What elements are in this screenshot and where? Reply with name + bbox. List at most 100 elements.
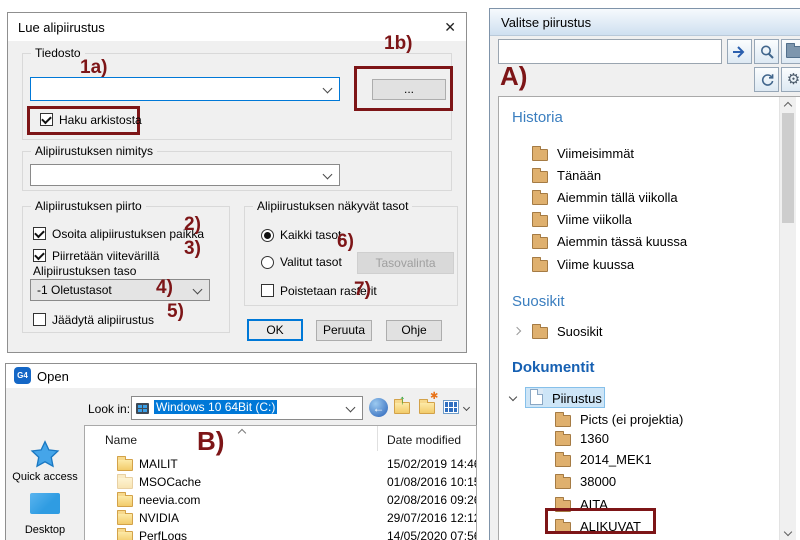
views-menu-icon[interactable]	[443, 400, 459, 414]
osoita-paikka-checkbox[interactable]	[33, 227, 46, 240]
sort-ascending-icon[interactable]	[238, 429, 246, 437]
dialog-open: G4 Open Look in: Windows 10 64Bit (C:) ←…	[5, 363, 477, 540]
panel-titlebar[interactable]: Valitse piirustus	[490, 9, 800, 36]
file-combobox[interactable]	[30, 77, 340, 101]
settings-button[interactable]: ⚙	[781, 67, 800, 92]
jaadyta-checkbox[interactable]	[33, 313, 46, 326]
folder-icon	[532, 171, 548, 183]
column-separator[interactable]	[377, 426, 378, 451]
ok-button[interactable]: OK	[247, 319, 303, 341]
refresh-button[interactable]	[754, 67, 779, 92]
tree-item-label[interactable]: 2014_MEK1	[580, 452, 652, 467]
annotation-4: 4)	[156, 277, 173, 299]
rasterit-checkbox[interactable]	[261, 284, 274, 297]
chevron-down-icon[interactable]	[193, 285, 203, 295]
scrollbar-thumb[interactable]	[782, 113, 794, 223]
taso-dropdown[interactable]: -1 Oletustasot	[30, 279, 210, 301]
open-dialog-title: Open	[37, 369, 69, 384]
tree-item-label[interactable]: Viime kuussa	[557, 257, 634, 272]
highlight-box-alikuvat	[545, 508, 656, 534]
tree-item-label[interactable]: Piirustus	[552, 391, 602, 406]
dialog-title: Lue alipiirustus	[18, 20, 105, 35]
back-icon[interactable]: ←	[369, 398, 388, 417]
haku-arkistosta-label: Haku arkistosta	[59, 113, 142, 127]
tree-item-label[interactable]: Aiemmin tällä viikolla	[557, 190, 678, 205]
browse-button[interactable]: ...	[372, 79, 446, 100]
viitevari-checkbox[interactable]	[33, 249, 46, 262]
app-icon: G4	[14, 367, 31, 384]
annotation-5: 5)	[167, 301, 184, 323]
file-name[interactable]: MSOCache	[139, 475, 201, 489]
screenshot-root: Lue alipiirustus ✕ Tiedosto 1a) ... Haku…	[0, 0, 800, 540]
views-dropdown-chevron-icon[interactable]	[463, 404, 470, 411]
chevron-down-icon[interactable]	[323, 170, 333, 180]
folder-icon	[117, 477, 133, 489]
file-name[interactable]: neevia.com	[139, 493, 200, 507]
file-date: 29/07/2016 12:12	[387, 511, 477, 525]
taso-label: Alipiirustuksen taso	[33, 264, 136, 278]
viitevari-label: Piirretään viitevärillä	[52, 249, 159, 263]
column-header-date[interactable]: Date modified	[387, 433, 461, 447]
tasovalinta-button[interactable]: Tasovalinta	[357, 252, 454, 274]
close-icon[interactable]: ✕	[444, 20, 456, 34]
open-titlebar[interactable]: G4 Open	[6, 364, 476, 388]
tree-item-label[interactable]: Picts (ei projektia)	[580, 412, 683, 427]
valitut-tasot-radio[interactable]	[261, 256, 274, 269]
folder-icon	[532, 215, 548, 227]
group-piirto: Alipiirustuksen piirto Osoita alipiirust…	[22, 206, 230, 333]
folder-icon	[117, 531, 133, 540]
tree-item-label[interactable]: Tänään	[557, 168, 601, 183]
kaikki-tasot-radio[interactable]	[261, 229, 274, 242]
annotation-2: 2)	[184, 214, 201, 236]
folder-icon	[532, 327, 548, 339]
vertical-scrollbar[interactable]	[779, 97, 796, 540]
new-folder-icon[interactable]	[419, 402, 435, 414]
search-icon	[759, 44, 775, 60]
annotation-a: A)	[500, 61, 527, 92]
chevron-right-icon[interactable]	[513, 327, 521, 335]
go-button[interactable]	[727, 39, 752, 64]
file-name[interactable]: NVIDIA	[139, 511, 179, 525]
look-in-combobox[interactable]: Windows 10 64Bit (C:)	[131, 396, 363, 420]
tree-item-label[interactable]: Viimeisimmät	[557, 146, 634, 161]
folder-icon	[117, 459, 133, 471]
desktop-monitor-icon	[30, 493, 60, 514]
scroll-down-icon[interactable]	[784, 528, 792, 536]
annotation-6: 6)	[337, 231, 354, 253]
group-nimitys-legend: Alipiirustuksen nimitys	[31, 144, 157, 158]
file-date: 14/05/2020 07:56	[387, 529, 477, 540]
chevron-down-icon[interactable]	[346, 403, 356, 413]
chevron-down-icon[interactable]	[509, 393, 517, 401]
search-button[interactable]	[754, 39, 779, 64]
cancel-button[interactable]: Peruuta	[316, 320, 372, 341]
drawing-tree: Historia Viimeisimmät Tänään Aiemmin täl…	[498, 96, 800, 540]
haku-arkistosta-checkbox[interactable]	[40, 113, 53, 126]
tree-item-label[interactable]: Suosikit	[557, 324, 603, 339]
nimitys-combobox[interactable]	[30, 164, 340, 186]
tree-item-label[interactable]: Aiemmin tässä kuussa	[557, 234, 687, 249]
quick-access-star-icon	[28, 439, 62, 471]
folder-icon	[555, 477, 571, 489]
scroll-up-icon[interactable]	[784, 102, 792, 110]
refresh-icon	[759, 72, 775, 88]
tree-item-label[interactable]: 38000	[580, 474, 616, 489]
open-folder-button[interactable]	[781, 39, 800, 64]
up-arrow-icon: ↑	[399, 392, 406, 407]
search-input[interactable]	[498, 39, 722, 64]
help-button[interactable]: Ohje	[386, 320, 442, 341]
tree-item-label[interactable]: 1360	[580, 431, 609, 446]
dialog-lue-alipiirustus: Lue alipiirustus ✕ Tiedosto 1a) ... Haku…	[7, 12, 467, 353]
jaadyta-label: Jäädytä alipiirustus	[52, 313, 154, 327]
column-header-name[interactable]: Name	[105, 433, 137, 447]
new-folder-star-icon: ✱	[430, 391, 438, 402]
file-name[interactable]: MAILIT	[139, 457, 178, 471]
chevron-down-icon[interactable]	[323, 84, 333, 94]
annotation-1a: 1a)	[80, 57, 107, 79]
sidebar-item-desktop[interactable]: Desktop	[8, 490, 82, 540]
sidebar-item-quick-access[interactable]: Quick access	[8, 439, 82, 483]
tree-item-label[interactable]: Viime viikolla	[557, 212, 632, 227]
section-header-suosikit: Suosikit	[512, 293, 565, 310]
file-name[interactable]: PerfLogs	[139, 529, 187, 540]
kaikki-tasot-label: Kaikki tasot	[280, 228, 341, 242]
annotation-7: 7)	[354, 279, 371, 301]
